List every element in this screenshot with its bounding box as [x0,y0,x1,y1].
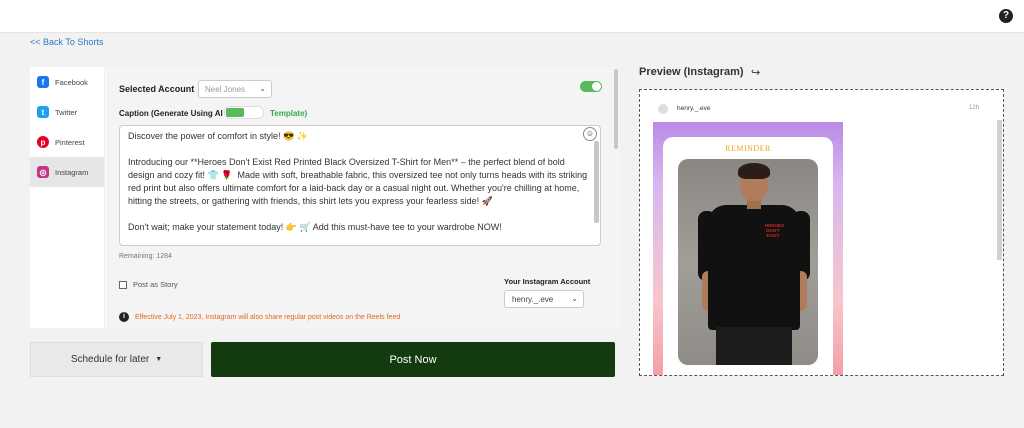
form-scrollbar[interactable] [614,69,618,149]
black-tshirt [708,205,800,330]
sidebar-item-instagram[interactable]: ◎ Instagram [30,157,104,187]
toggle-fill [226,108,244,117]
sidebar-item-label: Instagram [55,167,89,177]
template-link[interactable]: Template) [270,109,307,118]
product-photo: HEROES DON'T EXIST [678,159,818,365]
remaining-count: Remaining: 1284 [119,253,172,260]
preview-username: henry._.eve [677,105,711,112]
pants [716,327,792,365]
preview-scrollbar[interactable] [997,120,1002,260]
info-icon: i [119,312,129,322]
preview-title: Preview (Instagram) [639,66,744,78]
curved-arrow-icon: ↪ [751,67,761,79]
caret-down-icon: ▼ [155,356,163,363]
post-image: REMINDER HEROES DON'T EXIST [653,122,843,375]
schedule-label: Schedule for later [70,354,150,365]
reminder-banner: REMINDER [725,144,771,153]
post-as-story-checkbox[interactable] [119,280,127,289]
instagram-account-select[interactable]: henry._.eve ⌄ [504,290,584,308]
facebook-icon: f [37,76,49,88]
selected-account-label: Selected Account [119,84,195,94]
platform-sidebar: f Facebook t Twitter p Pinterest ◎ Insta… [30,67,105,328]
back-to-shorts-link[interactable]: << Back To Shorts [30,37,103,47]
caption-textarea[interactable]: Discover the power of comfort in style! … [119,125,601,246]
sidebar-item-label: Pinterest [55,137,85,147]
caption-scrollbar[interactable] [594,141,599,223]
instagram-preview: henry._.eve 12h REMINDER HEROES DON'T EX… [639,89,1004,376]
avatar [658,104,668,114]
instagram-account-label: Your Instagram Account [504,277,591,286]
sidebar-item-facebook[interactable]: f Facebook [30,67,104,97]
instagram-icon: ◎ [37,166,49,178]
instagram-account-value: henry._.eve [512,295,554,304]
twitter-icon: t [37,106,49,118]
chevron-down-icon: ⌄ [571,294,578,303]
account-select-value: Neel Jones [205,85,246,94]
chevron-down-icon: ⌄ [259,84,266,93]
preview-time: 12h [969,105,980,111]
sidebar-item-twitter[interactable]: t Twitter [30,97,104,127]
enable-toggle[interactable] [580,81,602,92]
shirt-print: HEROES DON'T EXIST [765,223,785,238]
notice-text: Effective July 1, 2023, Instagram will a… [135,313,401,321]
emoji-icon[interactable]: ☺ [583,127,597,141]
account-select[interactable]: Neel Jones ⌄ [198,80,272,98]
post-now-button[interactable]: Post Now [211,342,615,377]
toggle-knob [592,82,601,91]
top-bar: ? [0,0,1024,33]
sidebar-item-label: Twitter [55,107,78,117]
post-card: REMINDER HEROES DON'T EXIST [663,137,833,375]
caption-label: Caption (Generate Using AI [119,109,223,118]
help-icon[interactable]: ? [999,9,1013,23]
post-as-story[interactable]: Post as Story [119,280,178,289]
compose-form: Selected Account Neel Jones ⌄ Caption (G… [106,67,620,328]
sidebar-item-pinterest[interactable]: p Pinterest [30,127,104,157]
post-as-story-label: Post as Story [133,280,178,289]
model-hair [738,163,770,179]
ai-generate-toggle[interactable] [224,106,264,119]
reels-notice: i Effective July 1, 2023, Instagram will… [119,312,400,322]
pinterest-icon: p [37,136,49,148]
sidebar-item-label: Facebook [55,77,88,87]
compose-panel: f Facebook t Twitter p Pinterest ◎ Insta… [30,67,620,328]
schedule-for-later-button[interactable]: Schedule for later ▼ [30,342,203,377]
